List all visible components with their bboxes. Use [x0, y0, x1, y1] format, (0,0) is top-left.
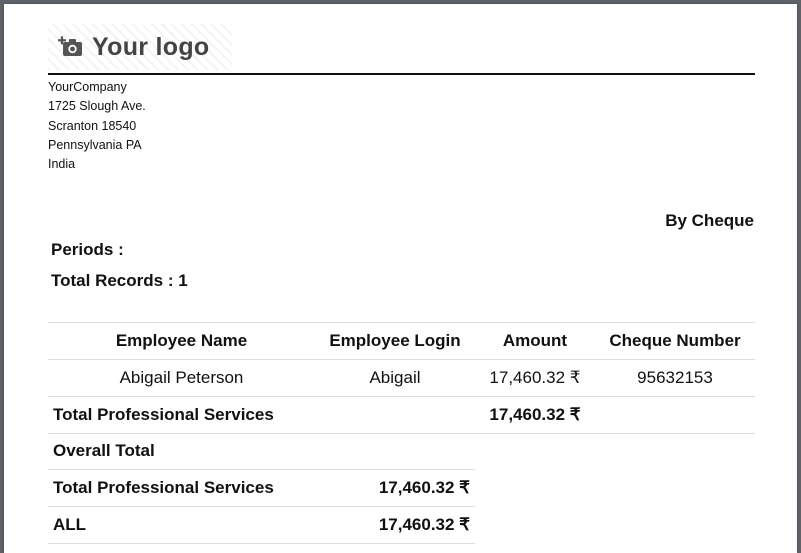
overall-total-table: Overall Total Total Professional Service… [48, 433, 475, 544]
column-header-employee-login: Employee Login [329, 331, 461, 350]
company-city-zip: Scranton 18540 [48, 118, 137, 133]
amount-cell: 17,460.32 ₹ [489, 368, 581, 387]
camera-plus-icon [58, 36, 82, 56]
company-address: YourCompany 1725 Slough Ave. Scranton 18… [48, 78, 146, 174]
report-page: Your logo YourCompany 1725 Slough Ave. S… [4, 4, 797, 553]
group-total-row: Total Professional Services 17,460.32 ₹ [48, 397, 755, 434]
company-logo: Your logo [48, 24, 232, 70]
table-header-row: Employee Name Employee Login Amount Cheq… [48, 323, 755, 360]
column-header-employee-name: Employee Name [115, 331, 248, 350]
table-row: Abigail Peterson Abigail 17,460.32 ₹ 956… [48, 360, 755, 397]
company-country: India [48, 157, 76, 172]
column-header-amount: Amount [502, 331, 568, 350]
company-name: YourCompany [48, 80, 127, 94]
payment-table: Employee Name Employee Login Amount Cheq… [48, 322, 755, 434]
company-street: 1725 Slough Ave. [48, 99, 146, 114]
overall-total-title-row: Overall Total [48, 433, 475, 470]
header-divider [48, 73, 755, 75]
group-total-empty-cell [595, 397, 755, 434]
overall-row-label: ALL [53, 515, 87, 534]
company-state: Pennsylvania PA [48, 137, 142, 152]
employee-login-cell: Abigail [369, 368, 421, 387]
overall-row-amount: 17,460.32 ₹ [378, 515, 470, 534]
group-total-amount: 17,460.32 ₹ [489, 405, 581, 424]
overall-total-row: Total Professional Services 17,460.32 ₹ [48, 470, 475, 507]
employee-name-cell: Abigail Peterson [119, 368, 244, 387]
payment-mode-label: By Cheque [665, 211, 754, 230]
logo-text: Your logo [92, 32, 210, 61]
overall-row-amount: 17,460.32 ₹ [378, 478, 470, 497]
overall-row-label: Total Professional Services [53, 478, 274, 497]
cheque-number-cell: 95632153 [637, 368, 713, 387]
column-header-cheque-number: Cheque Number [609, 331, 741, 350]
periods-label: Periods : [51, 240, 124, 259]
overall-total-title: Overall Total [53, 441, 155, 460]
group-total-label: Total Professional Services [53, 405, 274, 424]
overall-total-row: ALL 17,460.32 ₹ [48, 507, 475, 544]
total-records-label: Total Records : 1 [51, 271, 188, 290]
